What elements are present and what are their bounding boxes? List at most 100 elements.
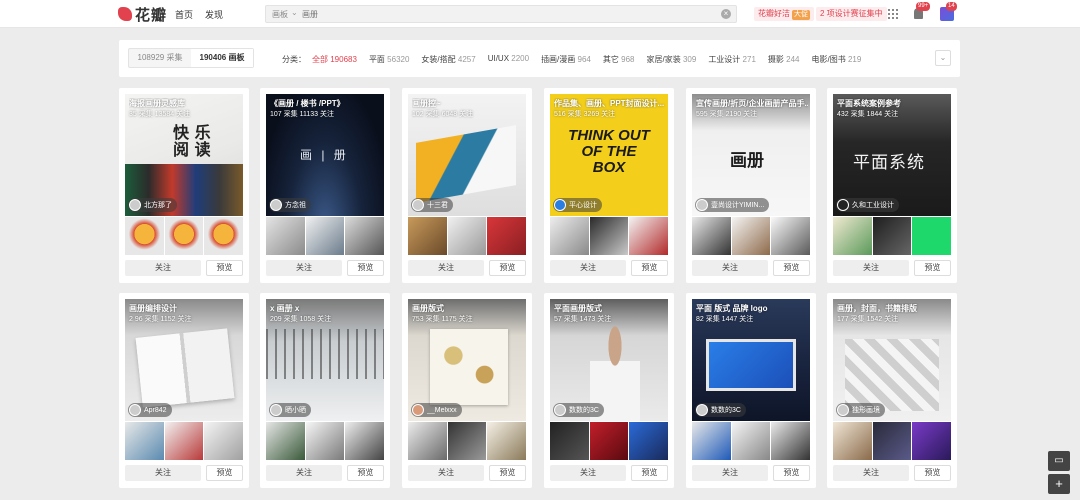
- board-cover[interactable]: x 画册 x 209 采集 1058 关注 晒小晒: [266, 299, 384, 421]
- category-item[interactable]: 其它 968: [603, 54, 635, 65]
- thumbnail[interactable]: [487, 422, 527, 460]
- board-card[interactable]: 画 | 册 《画册 / 楼书 /PPT》 107 采集 11133 关注 方念祖…: [260, 88, 390, 283]
- thumbnail[interactable]: [204, 422, 244, 460]
- thumbnail[interactable]: [912, 422, 952, 460]
- preview-button[interactable]: 预览: [489, 465, 526, 481]
- thumbnail[interactable]: [345, 422, 385, 460]
- preview-button[interactable]: 预览: [489, 260, 526, 276]
- category-item[interactable]: 女装/搭配 4257: [421, 54, 475, 65]
- follow-button[interactable]: 关注: [550, 260, 626, 276]
- thumbnail[interactable]: [487, 217, 527, 255]
- follow-button[interactable]: 关注: [266, 465, 342, 481]
- board-card[interactable]: 画册编排设计 2 96 采集 1152 关注 Apr842 关注 预览: [119, 293, 249, 488]
- thumbnail[interactable]: [731, 422, 771, 460]
- board-owner[interactable]: 独形画境: [836, 403, 885, 417]
- thumbnail[interactable]: [589, 422, 629, 460]
- thumbnail[interactable]: [833, 422, 872, 460]
- thumbnail[interactable]: [408, 217, 447, 255]
- thumbnail[interactable]: [266, 422, 305, 460]
- board-cover[interactable]: 平面画册版式 57 采集 1473 关注 数数的3C: [550, 299, 668, 421]
- follow-button[interactable]: 关注: [125, 260, 201, 276]
- board-card[interactable]: 平面画册版式 57 采集 1473 关注 数数的3C 关注 预览: [544, 293, 674, 488]
- preview-button[interactable]: 预览: [631, 465, 668, 481]
- category-item[interactable]: 工业设计 271: [708, 54, 756, 65]
- board-card[interactable]: 平面系统 平面系统案例参考 432 采集 1844 关注 久和工业设计 关注 预…: [827, 88, 957, 283]
- board-card[interactable]: 快 乐 阅 读 海报画册灵感库 35 采集 13584 关注 北方那了 关注 预…: [119, 88, 249, 283]
- board-owner[interactable]: 方念祖: [269, 198, 311, 212]
- board-cover[interactable]: 画册 宣传画册/折页/企业画册产品手... 595 采集 2190 关注 壹尚设…: [692, 94, 810, 216]
- board-cover[interactable]: 画册控~ 102 采集 6048 关注 十三君: [408, 94, 526, 216]
- thumbnail[interactable]: [872, 422, 912, 460]
- thumbnail[interactable]: [833, 217, 872, 255]
- category-item[interactable]: 平面 56320: [369, 54, 409, 65]
- board-cover[interactable]: 画册，封面，书籍排版 177 采集 1542 关注 独形画境: [833, 299, 951, 421]
- board-card[interactable]: x 画册 x 209 采集 1058 关注 晒小晒 关注 预览: [260, 293, 390, 488]
- preview-button[interactable]: 预览: [773, 260, 810, 276]
- board-cover[interactable]: 画 | 册 《画册 / 楼书 /PPT》 107 采集 11133 关注 方念祖: [266, 94, 384, 216]
- thumbnail[interactable]: [305, 217, 345, 255]
- preview-button[interactable]: 预览: [914, 465, 951, 481]
- thumbnail[interactable]: [771, 422, 811, 460]
- category-item[interactable]: 电影/图书 219: [812, 54, 862, 65]
- thumbnail[interactable]: [692, 422, 731, 460]
- preview-button[interactable]: 预览: [631, 260, 668, 276]
- board-cover[interactable]: 平面 版式 品牌 logo 82 采集 1447 关注 数数的3C: [692, 299, 810, 421]
- category-item[interactable]: 插画/漫画 964: [541, 54, 591, 65]
- follow-button[interactable]: 关注: [408, 465, 484, 481]
- promo-link-contest[interactable]: 2 项设计赛征集中: [816, 7, 887, 21]
- category-item[interactable]: UI/UX 2200: [488, 54, 529, 65]
- board-card[interactable]: 画册 宣传画册/折页/企业画册产品手... 595 采集 2190 关注 壹尚设…: [686, 88, 816, 283]
- thumbnail[interactable]: [447, 217, 487, 255]
- thumbnail[interactable]: [125, 217, 164, 255]
- thumbnail[interactable]: [550, 422, 589, 460]
- preview-button[interactable]: 预览: [773, 465, 810, 481]
- board-owner[interactable]: 久和工业设计: [836, 198, 899, 212]
- chat-icon[interactable]: ▭: [1048, 451, 1070, 471]
- thumbnail[interactable]: [305, 422, 345, 460]
- category-item[interactable]: 家居/家装 309: [646, 54, 696, 65]
- follow-button[interactable]: 关注: [408, 260, 484, 276]
- promo-link-huaban[interactable]: 花瓣好洁 大促: [754, 7, 814, 21]
- board-cover[interactable]: 快 乐 阅 读 海报画册灵感库 35 采集 13584 关注 北方那了: [125, 94, 243, 216]
- thumbnail[interactable]: [731, 217, 771, 255]
- board-cover[interactable]: 画册编排设计 2 96 采集 1152 关注 Apr842: [125, 299, 243, 421]
- follow-button[interactable]: 关注: [125, 465, 201, 481]
- board-owner[interactable]: Apr842: [128, 403, 172, 417]
- thumbnail[interactable]: [872, 217, 912, 255]
- thumbnail[interactable]: [550, 217, 589, 255]
- board-owner[interactable]: __Melxxx: [411, 403, 462, 417]
- preview-button[interactable]: 预览: [206, 260, 243, 276]
- thumbnail[interactable]: [204, 217, 244, 255]
- thumbnail[interactable]: [912, 217, 952, 255]
- board-owner[interactable]: 北方那了: [128, 198, 177, 212]
- board-owner[interactable]: 平心设计: [553, 198, 602, 212]
- follow-button[interactable]: 关注: [550, 465, 626, 481]
- thumbnail[interactable]: [629, 217, 669, 255]
- board-owner[interactable]: 晒小晒: [269, 403, 311, 417]
- board-owner[interactable]: 数数的3C: [553, 403, 604, 417]
- board-card[interactable]: 平面 版式 品牌 logo 82 采集 1447 关注 数数的3C 关注 预览: [686, 293, 816, 488]
- plus-icon[interactable]: +: [1048, 474, 1070, 494]
- thumbnail[interactable]: [629, 422, 669, 460]
- category-item[interactable]: 摄影 244: [768, 54, 800, 65]
- board-cover[interactable]: THINK OUT OF THE BOX 作品集、画册、PPT封面设计... 5…: [550, 94, 668, 216]
- expand-categories-button[interactable]: ⌄: [935, 50, 951, 66]
- preview-button[interactable]: 预览: [914, 260, 951, 276]
- preview-button[interactable]: 预览: [347, 260, 384, 276]
- thumbnail[interactable]: [771, 217, 811, 255]
- board-owner[interactable]: 壹尚设计YIMIN...: [695, 198, 770, 212]
- search-input[interactable]: [302, 7, 712, 21]
- follow-button[interactable]: 关注: [692, 465, 768, 481]
- thumbnail[interactable]: [692, 217, 731, 255]
- follow-button[interactable]: 关注: [833, 260, 909, 276]
- nav-discover-link[interactable]: 发现: [205, 8, 223, 21]
- board-owner[interactable]: 数数的3C: [695, 403, 746, 417]
- thumbnail[interactable]: [408, 422, 447, 460]
- thumbnail[interactable]: [164, 422, 204, 460]
- thumbnail[interactable]: [266, 217, 305, 255]
- board-cover[interactable]: 平面系统 平面系统案例参考 432 采集 1844 关注 久和工业设计: [833, 94, 951, 216]
- chevron-down-icon[interactable]: ⌄: [291, 8, 298, 17]
- clear-icon[interactable]: ×: [721, 9, 731, 19]
- board-card[interactable]: THINK OUT OF THE BOX 作品集、画册、PPT封面设计... 5…: [544, 88, 674, 283]
- follow-button[interactable]: 关注: [833, 465, 909, 481]
